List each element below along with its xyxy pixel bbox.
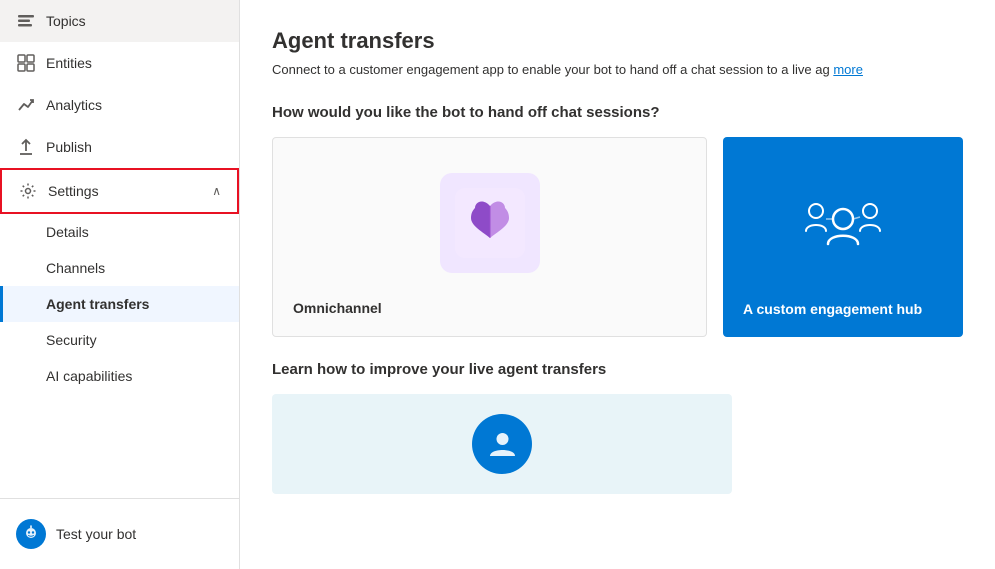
- omnichannel-logo: [440, 173, 540, 273]
- sidebar-subitem-security[interactable]: Security: [0, 322, 239, 358]
- bot-icon: [16, 519, 46, 549]
- custom-hub-card[interactable]: A custom engagement hub: [723, 137, 963, 337]
- topics-icon: [16, 12, 36, 30]
- description-text: Connect to a customer engagement app to …: [272, 62, 830, 77]
- custom-hub-icon-area: [798, 157, 888, 301]
- sidebar-subitem-ai-capabilities[interactable]: AI capabilities: [0, 358, 239, 394]
- learn-card[interactable]: [272, 394, 732, 494]
- learn-section-heading: Learn how to improve your live agent tra…: [272, 361, 963, 378]
- details-label: Details: [46, 224, 89, 240]
- channels-label: Channels: [46, 260, 105, 276]
- topics-label: Topics: [46, 13, 223, 29]
- sidebar-item-entities[interactable]: Entities: [0, 42, 239, 84]
- security-label: Security: [46, 332, 97, 348]
- publish-icon: [16, 138, 36, 156]
- sidebar-nav: Topics Entities Analytics: [0, 0, 239, 498]
- analytics-label: Analytics: [46, 97, 223, 113]
- entities-icon: [16, 54, 36, 72]
- analytics-icon: [16, 96, 36, 114]
- sidebar-subitem-agent-transfers[interactable]: Agent transfers: [0, 286, 239, 322]
- custom-hub-title: A custom engagement hub: [743, 301, 922, 317]
- sidebar-bottom: Test your bot: [0, 498, 239, 569]
- cards-row: Omnichannel: [272, 137, 963, 337]
- settings-chevron: ∧: [212, 184, 221, 198]
- learn-card-avatar: [472, 414, 532, 474]
- main-content: Agent transfers Connect to a customer en…: [240, 0, 995, 569]
- page-title: Agent transfers: [272, 28, 963, 54]
- sidebar: Topics Entities Analytics: [0, 0, 240, 569]
- ai-capabilities-label: AI capabilities: [46, 368, 132, 384]
- sidebar-item-publish[interactable]: Publish: [0, 126, 239, 168]
- entities-label: Entities: [46, 55, 223, 71]
- learn-more-link[interactable]: more: [833, 62, 863, 77]
- sidebar-subitem-details[interactable]: Details: [0, 214, 239, 250]
- sidebar-item-settings[interactable]: Settings ∧: [0, 168, 239, 214]
- test-your-bot-button[interactable]: Test your bot: [0, 509, 239, 559]
- sidebar-item-topics[interactable]: Topics: [0, 0, 239, 42]
- settings-label: Settings: [48, 183, 202, 199]
- page-description: Connect to a customer engagement app to …: [272, 60, 963, 80]
- handoff-question: How would you like the bot to hand off c…: [272, 104, 963, 121]
- sidebar-subitem-channels[interactable]: Channels: [0, 250, 239, 286]
- omnichannel-icon-area: [293, 158, 686, 288]
- test-your-bot-label: Test your bot: [56, 526, 136, 542]
- publish-label: Publish: [46, 139, 223, 155]
- sidebar-item-analytics[interactable]: Analytics: [0, 84, 239, 126]
- agent-transfers-label: Agent transfers: [46, 296, 149, 312]
- settings-icon: [18, 182, 38, 200]
- omnichannel-title: Omnichannel: [293, 300, 382, 316]
- omnichannel-card[interactable]: Omnichannel: [272, 137, 707, 337]
